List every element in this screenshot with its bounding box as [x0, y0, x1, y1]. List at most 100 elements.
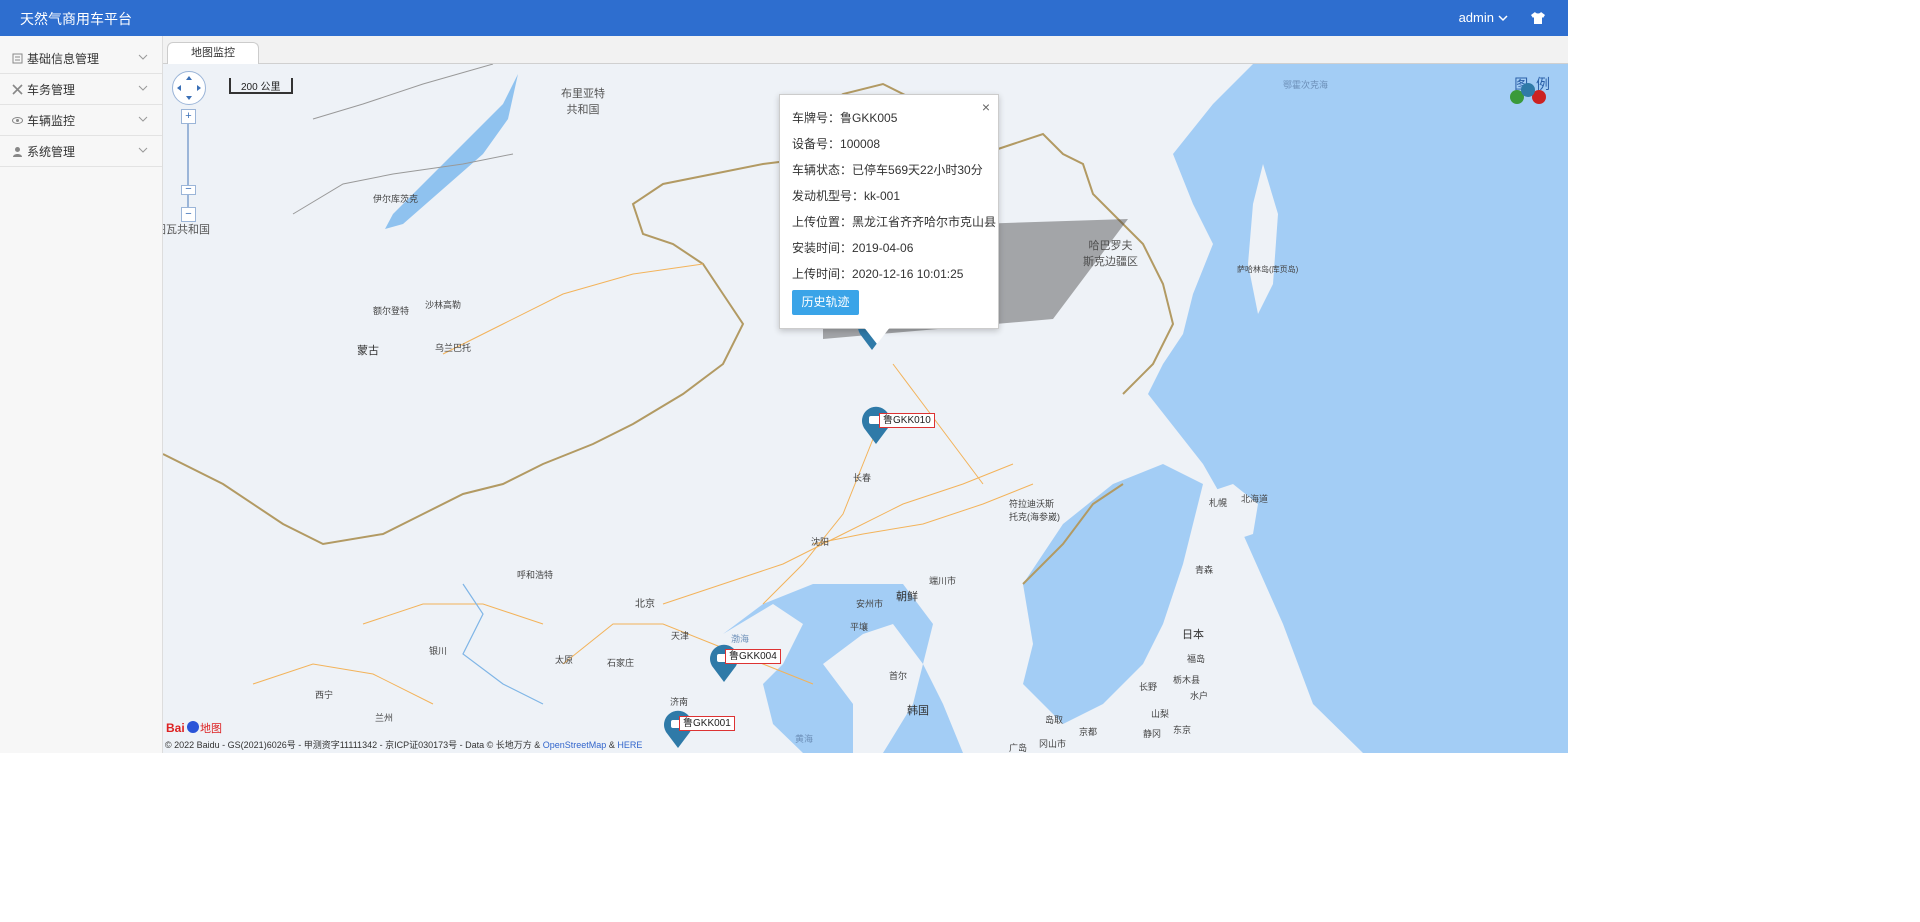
history-track-button[interactable]: 历史轨迹: [792, 290, 859, 315]
map-label: 札幌: [1209, 498, 1228, 508]
map-label: 鄂霍次克海: [1283, 80, 1329, 90]
popup-plate-row: 车牌号：鲁GKK005: [792, 109, 897, 126]
vehicle-info-popup: × 车牌号：鲁GKK005 设备号：100008 车辆状态：已停车569天22小…: [779, 94, 999, 329]
legend-vehicle-icon: [1521, 83, 1535, 97]
popup-location-value: 黑龙江省齐齐哈尔市克山县: [852, 215, 997, 229]
sidebar-item-label: 基础信息管理: [27, 51, 100, 66]
pan-arrows-icon: [177, 76, 201, 100]
map-label: 沈阳: [811, 537, 830, 547]
tab-map-monitor[interactable]: 地图监控: [167, 42, 259, 64]
tab-bar: 地图监控: [163, 36, 1568, 64]
popup-location-label: 上传位置：: [792, 215, 853, 229]
map-label: 萨哈林岛(库页岛): [1237, 265, 1299, 274]
map-label: 额尔登特: [373, 306, 410, 316]
list-icon: [12, 53, 23, 63]
map-label: 京都: [1079, 727, 1098, 737]
svg-text:Bai: Bai: [166, 721, 185, 735]
tools-icon: [12, 83, 23, 95]
zoom-in-button[interactable]: +: [181, 109, 196, 124]
map-view[interactable]: 鄂霍次克海 布里亚特 共和国 伊尔库茨克 图瓦共和国 额尔登特 沙林高勒 蒙古 …: [163, 64, 1568, 753]
map-label: 银川: [429, 646, 448, 656]
chevron-down-icon: [138, 116, 148, 122]
popup-status-row: 车辆状态：已停车569天22小时30分: [792, 161, 983, 178]
scale-label: 200 公里: [241, 82, 281, 93]
popup-install-value: 2019-04-06: [852, 241, 914, 255]
map-label: 黄海: [795, 734, 814, 744]
top-header: 天然气商用车平台 admin: [0, 0, 1568, 36]
popup-install-label: 安装时间：: [792, 241, 853, 255]
sidebar-item-vehicle-monitor[interactable]: 车辆监控: [0, 105, 162, 136]
username[interactable]: admin: [1459, 10, 1494, 25]
sidebar-item-label: 系统管理: [27, 144, 76, 159]
map-label: 沙林高勒: [425, 300, 462, 310]
map-label: 岛取: [1045, 715, 1064, 725]
popup-device-value: 100008: [840, 137, 881, 151]
map-label: 东京: [1173, 725, 1192, 735]
popup-engine-value: kk-001: [864, 189, 901, 203]
map-label: 济南: [670, 697, 689, 707]
map-label: 长春: [853, 473, 872, 483]
zoom-out-button[interactable]: −: [181, 207, 196, 222]
vehicle-plate-label[interactable]: 鲁GKK004: [725, 649, 781, 664]
map-label: 福岛: [1187, 654, 1206, 664]
map-label: 兰州: [375, 713, 394, 723]
pan-control[interactable]: [172, 71, 206, 105]
copyright-amp: &: [608, 740, 615, 750]
map-copyright: © 2022 Baidu - GS(2021)6026号 - 甲测资字11111…: [165, 738, 642, 751]
chevron-down-icon: [1498, 14, 1508, 21]
map-label: 蒙古: [357, 345, 379, 357]
map-label: 静冈: [1143, 729, 1162, 739]
map-label: 山梨: [1151, 709, 1170, 719]
map-label: 符拉迪沃斯 托克(海参崴): [1009, 499, 1060, 522]
sidebar-item-vehicle-affairs[interactable]: 车务管理: [0, 74, 162, 105]
zoom-slider[interactable]: [187, 116, 189, 216]
popup-status-label: 车辆状态：: [792, 163, 853, 177]
map-label: 平壤: [850, 622, 869, 632]
popup-upload-row: 上传时间：2020-12-16 10:01:25: [792, 265, 963, 282]
close-button[interactable]: ×: [982, 99, 990, 115]
eye-icon: [12, 116, 23, 124]
svg-text:地图: 地图: [200, 722, 222, 735]
map-label: 冈山市: [1039, 739, 1067, 749]
popup-status-value: 已停车569天22小时30分: [852, 163, 983, 177]
vehicle-plate-label[interactable]: 鲁GKK010: [879, 413, 935, 428]
chevron-down-icon: [138, 85, 148, 91]
sidebar-item-system[interactable]: 系统管理: [0, 136, 162, 167]
popup-plate-label: 车牌号：: [792, 111, 841, 125]
vehicle-plate-label[interactable]: 鲁GKK001: [679, 716, 735, 731]
map-label: 图瓦共和国: [163, 224, 210, 236]
user-menu[interactable]: admin: [1459, 10, 1508, 25]
map-label: 水户: [1190, 691, 1209, 701]
user-icon: [13, 146, 22, 157]
popup-upload-label: 上传时间：: [792, 267, 853, 281]
chevron-down-icon: [138, 54, 148, 60]
popup-tail: [863, 326, 891, 344]
sidebar-item-basic-info[interactable]: 基础信息管理: [0, 43, 162, 74]
here-link[interactable]: HERE: [617, 740, 642, 750]
shirt-icon[interactable]: [1530, 10, 1546, 26]
map-label: 安州市: [856, 599, 884, 609]
map-label: 端川市: [929, 576, 957, 586]
map-label: 北京: [635, 599, 655, 610]
map-label: 乌兰巴托: [435, 343, 472, 353]
map-label: 栃木县: [1173, 675, 1201, 685]
legend-icons[interactable]: [1508, 82, 1548, 106]
map-label: 朝鲜: [896, 591, 918, 603]
map-label: 西宁: [315, 690, 334, 700]
map-label: 呼和浩特: [517, 570, 554, 580]
copyright-text: © 2022 Baidu - GS(2021)6026号 - 甲测资字11111…: [165, 740, 541, 750]
popup-engine-row: 发动机型号：kk-001: [792, 187, 900, 204]
map-label: 日本: [1182, 629, 1204, 641]
popup-engine-label: 发动机型号：: [792, 189, 865, 203]
popup-plate-value: 鲁GKK005: [840, 111, 898, 125]
popup-install-row: 安装时间：2019-04-06: [792, 239, 913, 256]
popup-device-row: 设备号：100008: [792, 135, 880, 152]
map-label: 伊尔库茨克: [373, 194, 419, 204]
zoom-level-handle[interactable]: −: [181, 184, 196, 195]
popup-device-label: 设备号：: [792, 137, 841, 151]
map-label: 长野: [1139, 682, 1158, 692]
baidu-logo: Bai 地图: [166, 721, 222, 735]
map-label: 韩国: [907, 705, 929, 717]
osm-link[interactable]: OpenStreetMap: [543, 740, 607, 750]
map-label: 首尔: [889, 671, 908, 681]
